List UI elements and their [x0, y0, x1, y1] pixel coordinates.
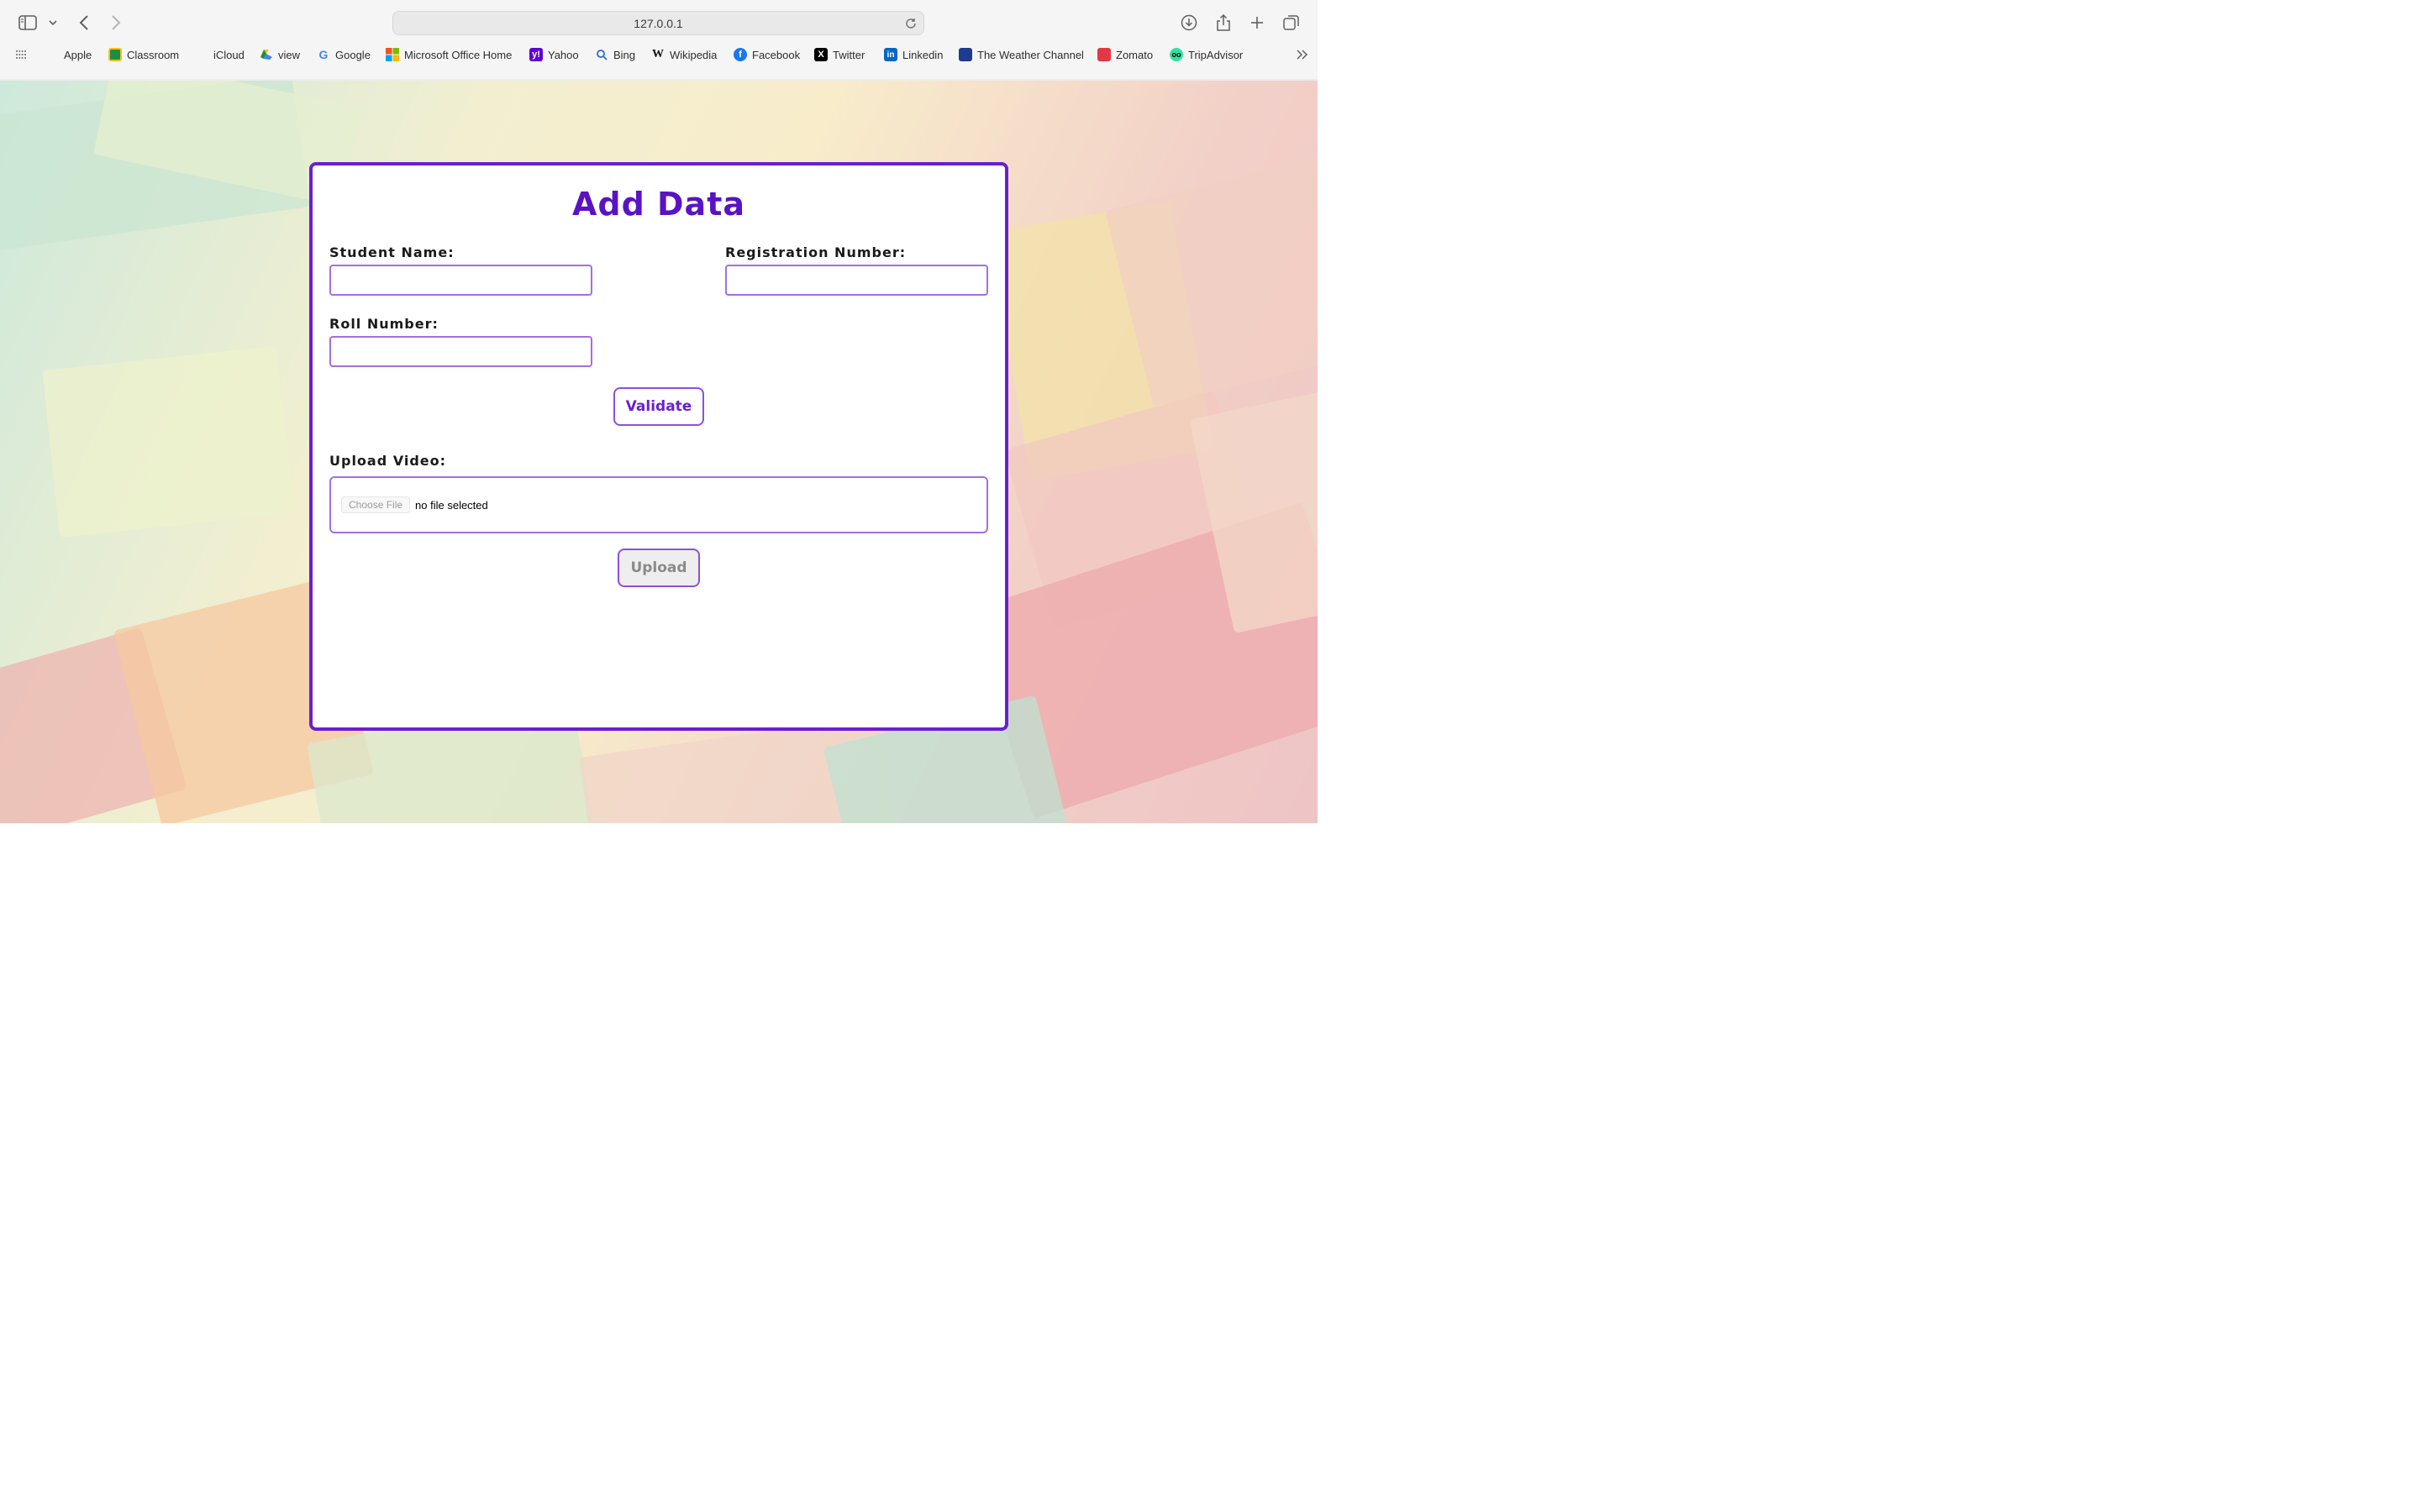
share-icon[interactable]: [1215, 11, 1232, 34]
facebook-icon: f: [734, 48, 747, 61]
bookmark-classroom[interactable]: Classroom: [108, 44, 179, 66]
bookmark-label: Google: [335, 48, 371, 61]
apple-icon: [45, 48, 59, 61]
address-text: 127.0.0.1: [634, 16, 683, 30]
chevron-down-icon[interactable]: [47, 11, 59, 34]
reload-icon[interactable]: [903, 16, 918, 31]
bookmark-label: Microsoft Office Home: [404, 48, 513, 61]
upload-button[interactable]: Upload: [618, 549, 700, 587]
bookmark-label: Zomato: [1116, 48, 1154, 61]
drive-icon: [260, 48, 273, 61]
bookmark-zomato[interactable]: Zomato: [1097, 44, 1153, 66]
bookmark-wikipedia[interactable]: W Wikipedia: [651, 44, 717, 66]
student-name-label: Student Name:: [329, 244, 455, 260]
bookmark-label: TripAdvisor: [1188, 48, 1244, 61]
bookmark-facebook[interactable]: f Facebook: [734, 44, 800, 66]
twitter-icon: X: [814, 48, 828, 61]
bookmark-label: Yahoo: [548, 48, 579, 61]
bookmark-label: Classroom: [127, 48, 180, 61]
tab-overview-icon[interactable]: [1282, 11, 1301, 34]
sidebar-toggle-icon[interactable]: [17, 11, 39, 34]
apps-grid-icon[interactable]: [15, 44, 27, 66]
file-upload-field[interactable]: Choose File no file selected: [329, 476, 988, 533]
roll-number-label: Roll Number:: [329, 316, 439, 332]
bookmark-label: Wikipedia: [670, 48, 718, 61]
bookmark-twitter[interactable]: X Twitter: [814, 44, 865, 66]
bookmark-linkedin[interactable]: in Linkedin: [884, 44, 943, 66]
roll-number-input[interactable]: [329, 336, 592, 367]
zomato-icon: [1097, 48, 1111, 61]
browser-chrome: 127.0.0.1 Apple Classroom iCloud view G …: [0, 0, 1318, 81]
bookmark-apple[interactable]: Apple: [45, 44, 92, 66]
bookmark-label: Twitter: [833, 48, 865, 61]
bookmark-yahoo[interactable]: y! Yahoo: [529, 44, 579, 66]
bookmark-label: Linkedin: [902, 48, 944, 61]
google-icon: G: [318, 48, 329, 61]
bookmarks-bar: Apple Classroom iCloud view G Google Mic…: [0, 44, 1318, 66]
bookmark-tripadvisor[interactable]: oo TripAdvisor: [1170, 44, 1243, 66]
weather-channel-icon: [959, 48, 972, 61]
bookmark-microsoft-office[interactable]: Microsoft Office Home: [386, 44, 512, 66]
upload-video-label: Upload Video:: [329, 453, 447, 469]
bing-icon: [595, 48, 608, 61]
page-title: Add Data: [571, 186, 746, 223]
tripadvisor-icon: oo: [1170, 48, 1183, 61]
choose-file-button[interactable]: Choose File: [341, 496, 411, 513]
file-status-text: no file selected: [415, 498, 488, 512]
forward-icon[interactable]: [108, 11, 124, 34]
classroom-icon: [108, 48, 122, 61]
bookmark-icloud[interactable]: iCloud: [195, 44, 245, 66]
page-viewport: Add Data Student Name: Registration Numb…: [0, 81, 1318, 823]
browser-toolbar: 127.0.0.1: [0, 0, 1318, 45]
bookmark-view[interactable]: view: [260, 44, 300, 66]
registration-number-input[interactable]: [725, 265, 988, 296]
validate-button[interactable]: Validate: [613, 387, 704, 426]
bookmark-google[interactable]: G Google: [317, 44, 371, 66]
microsoft-icon: [386, 48, 399, 61]
background-decoration: [42, 345, 294, 538]
student-name-input[interactable]: [329, 265, 592, 296]
registration-number-label: Registration Number:: [725, 244, 907, 260]
wikipedia-icon: W: [652, 48, 664, 60]
icloud-icon: [195, 48, 208, 61]
bookmark-label: view: [278, 48, 301, 61]
bookmark-label: iCloud: [213, 48, 245, 61]
linkedin-icon: in: [884, 48, 897, 61]
address-bar[interactable]: 127.0.0.1: [392, 11, 924, 35]
new-tab-icon[interactable]: [1249, 11, 1265, 34]
bookmark-bing[interactable]: Bing: [595, 44, 635, 66]
download-icon[interactable]: [1180, 11, 1198, 34]
yahoo-icon: y!: [529, 48, 543, 61]
bookmark-weather-channel[interactable]: The Weather Channel: [959, 44, 1084, 66]
add-data-card: Add Data Student Name: Registration Numb…: [309, 162, 1008, 731]
back-icon[interactable]: [76, 11, 92, 34]
bookmark-label: Bing: [613, 48, 636, 61]
more-bookmarks-icon[interactable]: [1296, 44, 1309, 66]
bookmark-label: Facebook: [752, 48, 801, 61]
bookmark-label: The Weather Channel: [977, 48, 1084, 61]
bookmark-label: Apple: [64, 48, 92, 61]
